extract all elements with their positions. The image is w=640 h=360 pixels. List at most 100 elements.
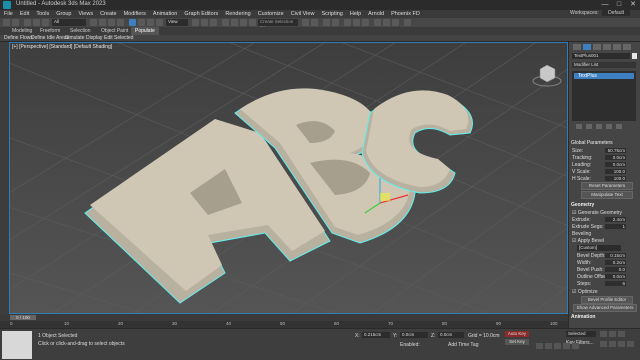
perspective-viewport[interactable]: [+] [Perspective] [Standard] [Default Sh… (9, 42, 568, 314)
pin-stack-icon[interactable] (576, 124, 582, 129)
menu-arnold[interactable]: Arnold (368, 10, 384, 18)
rectangular-selection-icon[interactable] (108, 19, 115, 26)
track-bar[interactable]: 0 10 20 30 40 50 60 70 80 90 100 (0, 321, 568, 328)
scene-canvas[interactable] (10, 43, 568, 314)
param-field-v-scale[interactable]: 100.0 (605, 169, 626, 174)
orbit-icon[interactable] (618, 341, 625, 347)
menu-views[interactable]: Views (79, 10, 94, 18)
zoom-all-icon[interactable] (609, 331, 616, 337)
menu-animation[interactable]: Animation (153, 10, 177, 18)
menu-customize[interactable]: Customize (258, 10, 284, 18)
set-key-button[interactable]: Set Key (505, 339, 529, 345)
maxscript-listener[interactable] (2, 331, 32, 359)
bevel-field-outline-offset[interactable]: 0.0cm (605, 274, 626, 279)
spinner-snap-icon[interactable] (249, 19, 256, 26)
bevel-profile-editor-button[interactable]: Bevel Profile Editor (581, 296, 633, 304)
percent-snap-icon[interactable] (240, 19, 247, 26)
apply-bevel-checkbox[interactable]: ☑ Apply Bevel (572, 238, 604, 244)
hierarchy-tab-icon[interactable] (593, 44, 601, 50)
animation-rollout-header[interactable]: Animation (571, 314, 637, 320)
minimize-button[interactable]: — (598, 0, 612, 10)
tab-populate[interactable]: Populate (131, 27, 159, 35)
menu-help[interactable]: Help (350, 10, 361, 18)
utilities-tab-icon[interactable] (623, 44, 631, 50)
viewport-layout-tab[interactable] (0, 42, 9, 314)
undo-icon[interactable] (3, 19, 10, 26)
stack-item-textplus[interactable]: TextPlus (574, 73, 634, 79)
optimize-checkbox[interactable]: ☑ Optimize (572, 289, 598, 295)
angle-snap-icon[interactable] (231, 19, 238, 26)
curve-editor-icon[interactable] (344, 19, 351, 26)
reference-coordinate-dropdown[interactable]: View (166, 19, 188, 26)
menu-edit[interactable]: Edit (20, 10, 29, 18)
motion-tab-icon[interactable] (603, 44, 611, 50)
tab-freeform[interactable]: Freeform (36, 27, 64, 35)
selection-filter-dropdown[interactable]: All (52, 19, 86, 26)
link-icon[interactable] (24, 19, 31, 26)
viewport-label[interactable]: [+] [Perspective] [Standard] [Default Sh… (12, 44, 112, 50)
move-icon[interactable] (129, 19, 136, 26)
simulate-button[interactable]: Simulate (65, 35, 84, 42)
manipulate-text-button[interactable]: Manipulate Text (581, 191, 633, 199)
param-field-size[interactable]: 50.75cm (605, 148, 626, 153)
display-tab-icon[interactable] (613, 44, 621, 50)
snaps-toggle-icon[interactable] (222, 19, 229, 26)
menu-tools[interactable]: Tools (36, 10, 49, 18)
bevel-field-bevel-push[interactable]: 0.0 (605, 267, 626, 272)
play-icon[interactable] (554, 343, 561, 349)
bevel-field-bevel-depth[interactable]: 0.15cm (605, 253, 626, 258)
pan-icon[interactable] (609, 341, 616, 347)
time-slider-thumb[interactable]: 0 / 100 (10, 315, 36, 320)
next-frame-icon[interactable] (563, 343, 570, 349)
keyboard-shortcut-icon[interactable] (210, 19, 217, 26)
edit-selected-button[interactable]: Edit Selected (104, 35, 133, 42)
auto-key-button[interactable]: Auto Key (505, 331, 529, 337)
align-icon[interactable] (311, 19, 318, 26)
field-of-view-icon[interactable] (600, 341, 607, 347)
maximize-viewport-icon[interactable] (627, 341, 634, 347)
pivot-center-icon[interactable] (192, 19, 199, 26)
bevel-field-width[interactable]: 0.2cm (605, 260, 626, 265)
mirror-icon[interactable] (302, 19, 309, 26)
show-advanced-parameters-button[interactable]: Show Advanced Parameters (573, 304, 637, 312)
zoom-icon[interactable] (600, 331, 607, 337)
add-time-tag-button[interactable]: Add Time Tag (448, 342, 478, 348)
define-flows-button[interactable]: Define Flows (4, 35, 33, 42)
menu-scripting[interactable]: Scripting (321, 10, 342, 18)
modify-tab-icon[interactable] (583, 44, 591, 50)
bind-space-warp-icon[interactable] (42, 19, 49, 26)
window-crossing-icon[interactable] (117, 19, 124, 26)
param-field-h-scale[interactable]: 100.0 (605, 176, 626, 181)
menu-phoenix-fd[interactable]: Phoenix FD (391, 10, 420, 18)
configure-sets-icon[interactable] (616, 124, 622, 129)
select-object-icon[interactable] (90, 19, 97, 26)
render-setup-icon[interactable] (374, 19, 381, 26)
menu-group[interactable]: Group (56, 10, 71, 18)
zoom-extents-icon[interactable] (618, 331, 625, 337)
time-slider[interactable]: 0 / 100 0 10 20 30 40 50 60 70 80 90 100 (0, 314, 568, 328)
menu-rendering[interactable]: Rendering (225, 10, 250, 18)
object-name-field[interactable]: TextPlus001 (572, 53, 630, 59)
render-production-icon[interactable] (392, 19, 399, 26)
named-selection-set-input[interactable]: Create Selection Se (258, 19, 298, 30)
global-parameters-header[interactable]: Global Parameters (571, 140, 637, 146)
modifier-list-dropdown[interactable]: Modifier List (572, 62, 636, 68)
rendered-frame-window-icon[interactable] (383, 19, 390, 26)
bevel-preset-dropdown[interactable]: [Custom] (577, 245, 621, 251)
previous-frame-icon[interactable] (545, 343, 552, 349)
selected-set-dropdown[interactable]: Selected (566, 331, 596, 337)
redo-icon[interactable] (12, 19, 19, 26)
schematic-view-icon[interactable] (353, 19, 360, 26)
extrude-segs-field[interactable]: 1 (605, 224, 626, 229)
tab-object-paint[interactable]: Object Paint (97, 27, 132, 35)
workspaces-selector[interactable]: Workspaces: Default (570, 10, 630, 16)
tab-selection[interactable]: Selection (66, 27, 95, 35)
create-tab-icon[interactable] (573, 44, 581, 50)
toggle-ribbon-icon[interactable] (332, 19, 339, 26)
select-manipulate-icon[interactable] (201, 19, 208, 26)
z-coordinate-field[interactable]: 0.0cm (438, 332, 464, 338)
select-by-name-icon[interactable] (99, 19, 106, 26)
menu-civil-view[interactable]: Civil View (291, 10, 315, 18)
object-color-swatch[interactable] (632, 53, 637, 59)
generate-geometry-checkbox[interactable]: ☑ Generate Geometry (572, 210, 622, 216)
